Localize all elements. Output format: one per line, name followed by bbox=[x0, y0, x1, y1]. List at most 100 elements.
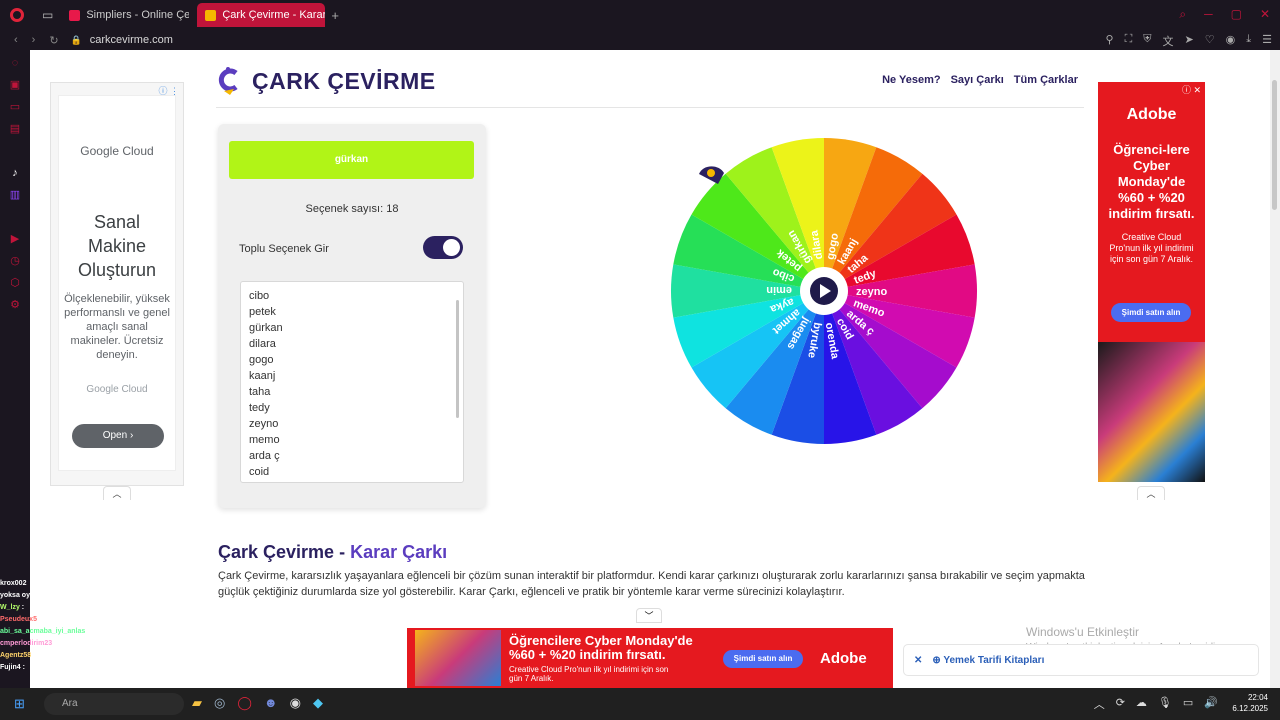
ad-buy-button[interactable]: Şimdi satın alın bbox=[723, 650, 803, 668]
tiktok-icon[interactable]: ♪ bbox=[0, 162, 30, 184]
bulk-entry-toggle[interactable] bbox=[423, 236, 463, 259]
reload-icon[interactable]: ↻ bbox=[49, 34, 58, 47]
site-header: ÇARK ÇEVİRME Ne Yesem? Sayı Çarkı Tüm Ça… bbox=[216, 64, 1084, 108]
monitor-icon[interactable]: ▭ bbox=[1183, 696, 1193, 712]
adobe-ad-bottom[interactable]: Öğrencilere Cyber Monday'de %60 + %20 in… bbox=[407, 628, 893, 688]
taskbar-clock[interactable]: 22:04 6.12.2025 bbox=[1232, 692, 1268, 714]
chat-username: Fujin4 bbox=[0, 664, 21, 671]
spin-wheel[interactable]: gogokaanjtahatedyzeynomemoarda çcoidoren… bbox=[670, 136, 980, 446]
settings-icon[interactable]: ⚙ bbox=[0, 294, 30, 316]
taskbar-search-label: Ara bbox=[62, 698, 78, 709]
history-icon[interactable]: ◷ bbox=[0, 250, 30, 272]
watermark-title: Windows'u Etkinleştir bbox=[1026, 625, 1139, 639]
banner-label: Yemek Tarifi Kitapları bbox=[943, 655, 1045, 666]
cloud-icon[interactable]: ☁ bbox=[1136, 696, 1147, 712]
ad-artwork bbox=[1098, 342, 1205, 482]
wheel-label: zeyno bbox=[856, 286, 887, 298]
menu-item-tum-carklar[interactable]: Tüm Çarklar bbox=[1014, 74, 1078, 86]
aria-icon[interactable]: ◌ bbox=[0, 52, 30, 74]
file-explorer-icon[interactable]: ▰ bbox=[192, 695, 202, 711]
messenger-icon[interactable]: ▭ bbox=[0, 96, 30, 118]
divider-icon bbox=[0, 140, 30, 162]
site-logo-text[interactable]: ÇARK ÇEVİRME bbox=[252, 68, 436, 95]
app-icon[interactable]: ◆ bbox=[313, 695, 323, 711]
chat-message: Fujin4 : bbox=[0, 662, 140, 674]
google-cloud-ad[interactable]: ⓘ ⋮ Google Cloud Sanal Makine Oluşturun … bbox=[50, 82, 184, 486]
wheel-label: emin bbox=[766, 284, 792, 296]
close-window-button[interactable]: ✕ bbox=[1260, 7, 1270, 22]
ad-headline: Öğrencilere Cyber Monday'de %60 + %20 in… bbox=[509, 633, 693, 662]
discord-icon[interactable]: ☻ bbox=[264, 695, 278, 711]
textarea-scrollbar[interactable] bbox=[454, 284, 462, 418]
tab-title: Çark Çevirme - Karar Çarkı bbox=[222, 9, 326, 21]
new-tab-button[interactable]: + bbox=[331, 8, 339, 23]
opera-icon[interactable]: ◯ bbox=[237, 695, 252, 711]
back-icon[interactable]: ‹ bbox=[14, 34, 18, 46]
collapse-right-ad-button[interactable]: ︿ bbox=[1137, 486, 1165, 500]
minimize-button[interactable]: ─ bbox=[1204, 7, 1213, 22]
tab-simpliers[interactable]: Simpliers - Online Çekiliş bbox=[61, 3, 189, 27]
collapse-left-ad-button[interactable]: ︿ bbox=[103, 486, 131, 500]
snapshot-icon[interactable]: ⛶ bbox=[1125, 33, 1133, 49]
sync-icon[interactable]: ⟳ bbox=[1116, 696, 1125, 712]
mic-icon[interactable]: 🎙 bbox=[1158, 696, 1172, 712]
obs-icon[interactable]: ◉ bbox=[290, 695, 301, 711]
workspaces-icon[interactable]: ▭ bbox=[42, 8, 53, 22]
adobe-ad-right[interactable]: ⓘ ✕ Adobe Öğrenci-lere Cyber Monday'de %… bbox=[1098, 82, 1205, 482]
ad-artwork bbox=[415, 630, 501, 686]
options-panel: gürkan Seçenek sayısı: 18 Toplu Seçenek … bbox=[218, 124, 486, 508]
page-scrollbar-thumb[interactable] bbox=[1272, 80, 1277, 210]
windows-start-icon[interactable]: ⊞ bbox=[14, 696, 25, 712]
ad-open-button[interactable]: Open › bbox=[72, 424, 164, 448]
volume-icon[interactable]: 🔊 bbox=[1204, 696, 1218, 712]
shield-icon[interactable]: ⛨ bbox=[1143, 33, 1151, 49]
options-textarea[interactable]: cibo petek gürkan dilara gogo kaanj taha… bbox=[240, 281, 464, 483]
chat-username: Pseudeux5 bbox=[0, 616, 37, 623]
twitch-icon[interactable]: ▥ bbox=[0, 184, 30, 206]
list-item: dilara bbox=[249, 338, 276, 350]
opera-logo-icon[interactable] bbox=[10, 8, 24, 22]
ad-buy-button[interactable]: Şimdi satın alın bbox=[1111, 303, 1191, 322]
browser-tab-bar: ▭ Simpliers - Online Çekiliş Çark Çevirm… bbox=[0, 0, 1280, 30]
download-icon[interactable]: ⤓ bbox=[1246, 33, 1251, 49]
list-item: tedy bbox=[249, 402, 270, 414]
search-tabs-icon[interactable]: ⌕ bbox=[1179, 7, 1186, 22]
collapse-bottom-ad-button[interactable]: ﹀ bbox=[636, 608, 662, 623]
send-icon[interactable]: ➤ bbox=[1185, 33, 1194, 49]
forward-icon[interactable]: › bbox=[32, 34, 36, 46]
ad-headline: Sanal Makine Oluşturun bbox=[77, 212, 157, 280]
chat-username: abi_sa_acmaba_iyi_anlas bbox=[0, 628, 86, 635]
ad-card: Google Cloud Sanal Makine Oluşturun Ölçe… bbox=[58, 95, 176, 471]
main-menu: Ne Yesem? Sayı Çarkı Tüm Çarklar bbox=[882, 74, 1078, 86]
news-icon[interactable]: ▤ bbox=[0, 118, 30, 140]
close-icon[interactable]: ✕ bbox=[914, 645, 922, 677]
menu-icon[interactable]: ☰ bbox=[1262, 33, 1272, 49]
shopping-icon[interactable]: ▣ bbox=[0, 74, 30, 96]
heart-icon[interactable]: ♡ bbox=[1205, 33, 1215, 49]
address-bar-tools: ⚲ ⛶ ⛨ 文 ➤ ♡ ◉ ⤓ ☰ bbox=[1106, 33, 1272, 49]
translate-icon[interactable]: 文 bbox=[1163, 33, 1174, 49]
menu-item-sayi-carki[interactable]: Sayı Çarkı bbox=[951, 74, 1004, 86]
player-icon[interactable]: ▶ bbox=[0, 228, 30, 250]
steam-icon[interactable]: ◎ bbox=[214, 695, 225, 711]
tab-carkcevirme[interactable]: Çark Çevirme - Karar Çarkı bbox=[197, 3, 326, 27]
list-item: taha bbox=[249, 386, 271, 398]
add-icon: ⊕ bbox=[932, 655, 944, 666]
page-scrollbar[interactable] bbox=[1270, 50, 1280, 688]
ad-info-icon[interactable]: ⓘ ✕ bbox=[1182, 83, 1201, 96]
section-text: Çark Çevirme, kararsızlık yaşayanlara eğ… bbox=[218, 570, 1085, 598]
menu-item-ne-yesem[interactable]: Ne Yesem? bbox=[882, 74, 941, 86]
url-field[interactable]: carkcevirme.com bbox=[90, 34, 173, 46]
account-icon[interactable]: ◉ bbox=[1226, 33, 1236, 49]
taskbar-search[interactable]: Ara bbox=[44, 693, 184, 715]
clock-date: 6.12.2025 bbox=[1232, 704, 1268, 713]
chat-text: yoksa oyu seksebi bbox=[0, 592, 62, 599]
toggle-knob bbox=[443, 239, 460, 256]
related-search-banner[interactable]: ✕ ⊕ Yemek Tarifi Kitapları bbox=[903, 644, 1259, 676]
tray-chevron-icon[interactable]: ︿ bbox=[1094, 696, 1105, 712]
extensions-icon[interactable]: ⬡ bbox=[0, 272, 30, 294]
pin-icon[interactable]: ⚲ bbox=[1106, 33, 1114, 49]
maximize-button[interactable]: ▢ bbox=[1231, 7, 1242, 22]
scrollbar-thumb[interactable] bbox=[456, 300, 459, 418]
site-logo-icon[interactable] bbox=[218, 67, 240, 95]
